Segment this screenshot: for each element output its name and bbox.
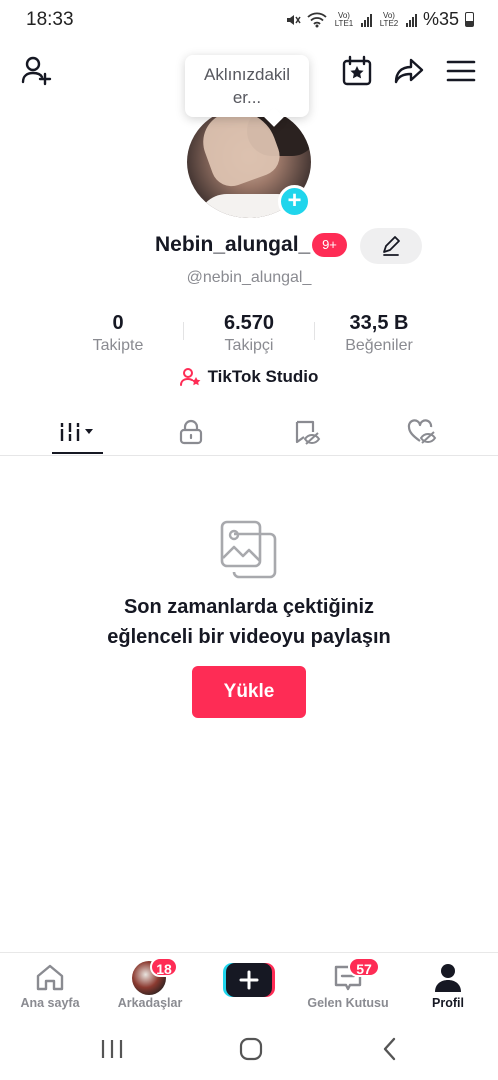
user-handle: @nebin_alungal_ — [186, 269, 312, 286]
upload-button[interactable]: Yükle — [192, 666, 306, 718]
content-tabs — [0, 408, 498, 456]
home-button-icon[interactable] — [239, 1037, 263, 1061]
signal-2-icon — [405, 13, 417, 27]
tab-private[interactable] — [129, 408, 253, 456]
status-time: 18:33 — [26, 9, 74, 30]
inbox-badge: 57 — [348, 957, 380, 977]
stat-following[interactable]: 0 Takipte — [53, 312, 183, 355]
lte2-label: Vo) LTE2 — [379, 10, 399, 28]
back-icon[interactable] — [380, 1037, 400, 1061]
tooltip-text: Aklınızdakil er... — [204, 65, 290, 107]
wifi-icon — [307, 12, 327, 27]
empty-line-2: eğlenceli bir videoyu paylaşın — [107, 626, 391, 648]
grid-sort-icon — [59, 423, 93, 441]
calendar-star-icon[interactable] — [341, 55, 373, 87]
share-icon[interactable] — [393, 55, 425, 87]
lte1-label: Vo) LTE1 — [334, 10, 354, 28]
tab-liked[interactable] — [360, 408, 484, 456]
notification-badge[interactable]: 9+ — [312, 233, 347, 257]
status-bar: 18:33 Vo) LTE1 Vo) LTE2 %35 — [0, 0, 498, 40]
mute-icon — [286, 14, 301, 25]
stat-likes[interactable]: 33,5 B Beğeniler — [314, 312, 444, 355]
add-story-button[interactable]: + — [278, 185, 311, 218]
stat-value: 6.570 — [223, 312, 275, 334]
battery-icon — [465, 12, 474, 27]
empty-state-message: Son zamanlarda çektiğiniz eğlenceli bir … — [0, 592, 498, 652]
stat-followers[interactable]: 6.570 Takipçi — [184, 312, 314, 355]
menu-icon[interactable] — [445, 55, 477, 87]
nav-inbox[interactable]: 57 Gelen Kutusu — [298, 953, 398, 1021]
signal-1-icon — [360, 13, 372, 27]
nav-label: Profil — [432, 996, 464, 1010]
battery-percent: %35 — [422, 9, 459, 29]
tab-saved[interactable] — [245, 408, 369, 456]
profile-stats: 0 Takipte 6.570 Takipçi 33,5 B Beğeniler — [50, 312, 450, 360]
profile-icon — [435, 964, 461, 992]
stat-value: 0 — [112, 312, 124, 334]
bottom-navigation: Ana sayfa 18 Arkadaşlar 57 Gelen Kutusu … — [0, 952, 498, 1020]
nav-label: Ana sayfa — [20, 996, 80, 1010]
stat-label: Takipte — [92, 337, 144, 354]
photos-icon — [220, 520, 277, 579]
studio-label: TikTok Studio — [207, 367, 319, 386]
lock-icon — [179, 419, 203, 445]
stat-label: Takipçi — [224, 337, 274, 354]
friends-badge: 18 — [150, 957, 178, 977]
nav-label: Gelen Kutusu — [307, 996, 389, 1010]
person-star-icon — [179, 368, 200, 386]
home-icon — [36, 964, 64, 991]
active-tab-indicator — [52, 452, 103, 454]
create-button[interactable] — [223, 963, 275, 997]
recent-apps-icon[interactable] — [100, 1038, 124, 1060]
pencil-icon — [383, 236, 400, 256]
note-tooltip[interactable]: Aklınızdakil er... — [185, 55, 309, 117]
stat-value: 33,5 B — [349, 312, 409, 334]
bookmark-hidden-icon — [295, 420, 321, 445]
nav-home[interactable]: Ana sayfa — [0, 953, 100, 1021]
status-icons: Vo) LTE1 Vo) LTE2 %35 — [285, 9, 474, 30]
edit-profile-button[interactable] — [360, 228, 422, 264]
tiktok-studio-link[interactable]: TikTok Studio — [0, 367, 498, 387]
tab-videos[interactable] — [16, 408, 140, 456]
username: Nebin_alungal_ — [155, 233, 311, 256]
nav-label: Arkadaşlar — [117, 996, 183, 1010]
empty-line-1: Son zamanlarda çektiğiniz — [123, 596, 375, 618]
plus-icon — [223, 963, 275, 997]
nav-friends[interactable]: 18 Arkadaşlar — [100, 953, 200, 1021]
nav-profile[interactable]: Profil — [398, 953, 498, 1021]
heart-hidden-icon — [407, 419, 437, 444]
system-navigation — [0, 1020, 498, 1080]
add-friend-icon[interactable] — [20, 55, 52, 87]
stat-label: Beğeniler — [345, 337, 413, 354]
